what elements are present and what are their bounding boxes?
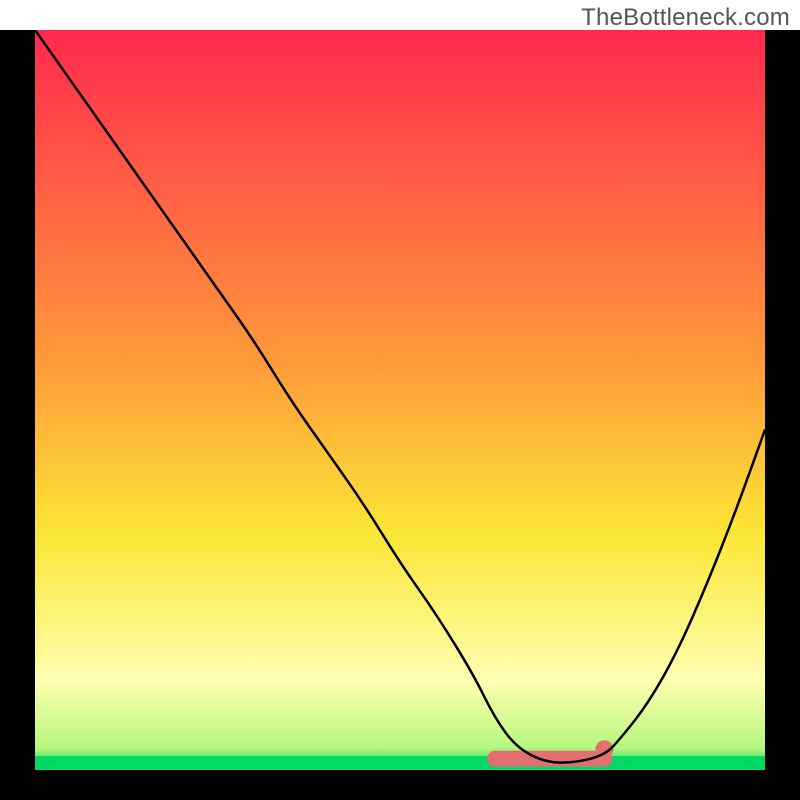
plot-area xyxy=(35,30,765,770)
watermark-text: TheBottleneck.com xyxy=(581,4,790,32)
frame-left xyxy=(0,0,35,800)
bottleneck-chart xyxy=(0,0,800,800)
frame-bottom xyxy=(0,770,800,800)
frame-right xyxy=(765,0,800,800)
green-strip xyxy=(35,756,765,770)
gradient-background xyxy=(35,30,765,770)
chart-container: TheBottleneck.com xyxy=(0,0,800,800)
